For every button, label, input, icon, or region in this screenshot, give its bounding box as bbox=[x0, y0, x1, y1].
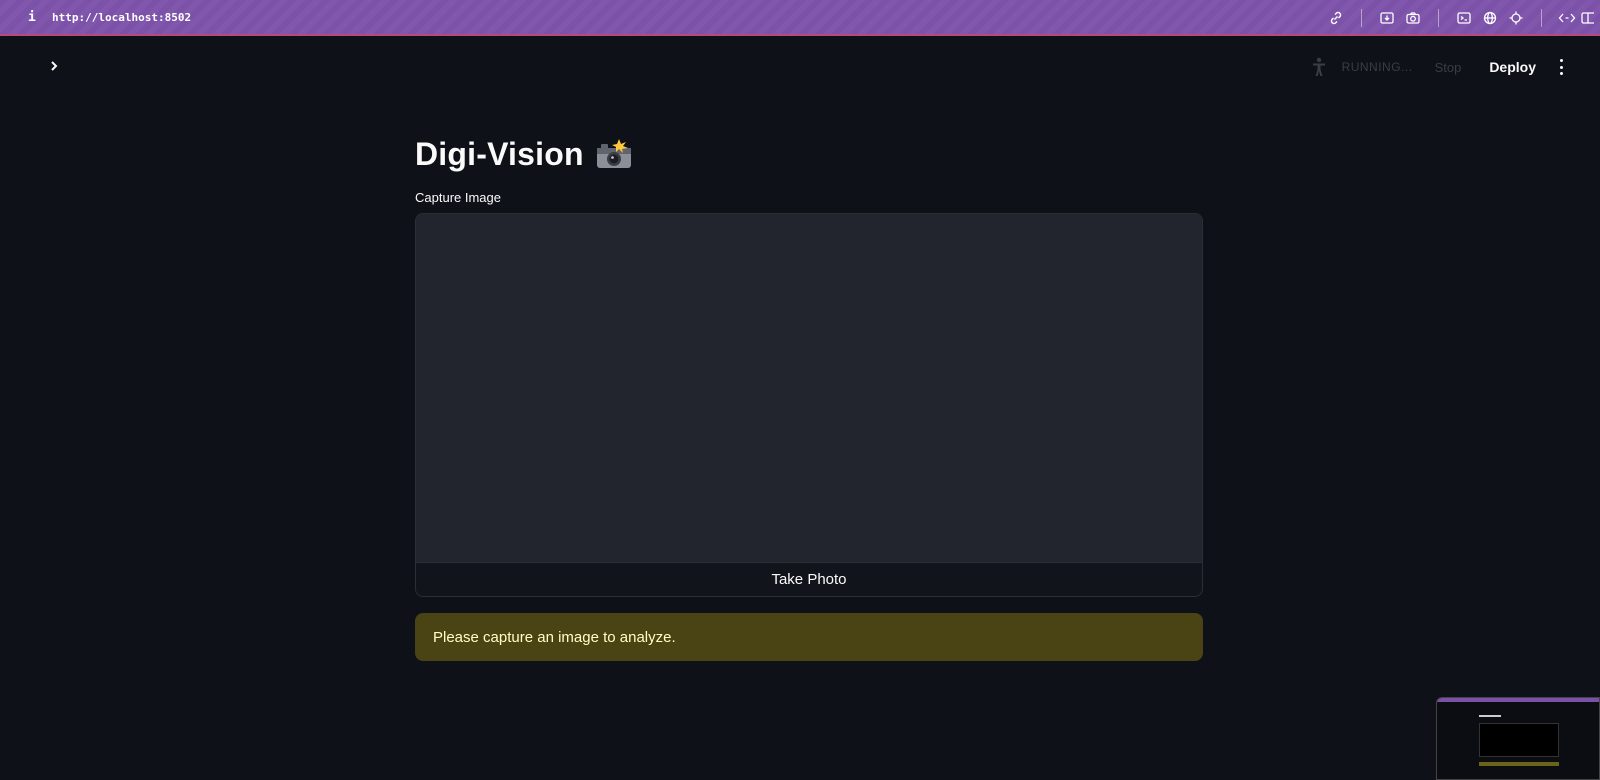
minimap-warning bbox=[1479, 762, 1559, 766]
title-row: Digi-Vision bbox=[415, 130, 1203, 178]
main-menu-icon[interactable] bbox=[1558, 59, 1564, 75]
browser-toolbar: i http://localhost:8502 bbox=[0, 0, 1600, 36]
code-icon[interactable] bbox=[1554, 0, 1580, 36]
capture-image-label: Capture Image bbox=[415, 190, 501, 205]
toolbar-divider bbox=[1438, 9, 1439, 27]
minimap-preview bbox=[1479, 723, 1559, 757]
chevron-right-icon bbox=[51, 61, 58, 71]
minimap-title bbox=[1479, 715, 1501, 717]
main-content: Digi-Vision Capture Image Take Photo Ple… bbox=[415, 130, 1203, 661]
camera-input: Take Photo bbox=[415, 213, 1203, 597]
info-icon[interactable]: i bbox=[28, 10, 42, 25]
minimap-bar bbox=[1437, 698, 1599, 702]
stop-button[interactable]: Stop bbox=[1435, 60, 1462, 75]
url-text[interactable]: http://localhost:8502 bbox=[52, 11, 191, 24]
globe-icon[interactable] bbox=[1477, 0, 1503, 36]
camera-icon[interactable] bbox=[1400, 0, 1426, 36]
sidebar-expand-button[interactable] bbox=[44, 56, 64, 76]
take-photo-button[interactable]: Take Photo bbox=[416, 562, 1202, 596]
page-minimap-thumbnail[interactable] bbox=[1436, 697, 1600, 780]
link-icon[interactable] bbox=[1323, 0, 1349, 36]
toolbar-divider bbox=[1361, 9, 1362, 27]
running-person-icon bbox=[1312, 57, 1325, 76]
crosshair-icon[interactable] bbox=[1503, 0, 1529, 36]
running-status: RUNNING... bbox=[1341, 60, 1413, 74]
camera-preview bbox=[416, 214, 1202, 562]
page-title: Digi-Vision bbox=[415, 135, 584, 172]
browser-actions bbox=[1323, 0, 1600, 36]
app-status-area: RUNNING... Stop Deploy bbox=[1310, 56, 1564, 78]
terminal-icon[interactable] bbox=[1451, 0, 1477, 36]
deploy-button[interactable]: Deploy bbox=[1489, 59, 1536, 75]
toolbar-divider bbox=[1541, 9, 1542, 27]
split-view-icon[interactable] bbox=[1580, 0, 1600, 36]
camera-flash-icon bbox=[596, 139, 631, 168]
warning-alert: Please capture an image to analyze. bbox=[415, 613, 1203, 661]
download-icon[interactable] bbox=[1374, 0, 1400, 36]
